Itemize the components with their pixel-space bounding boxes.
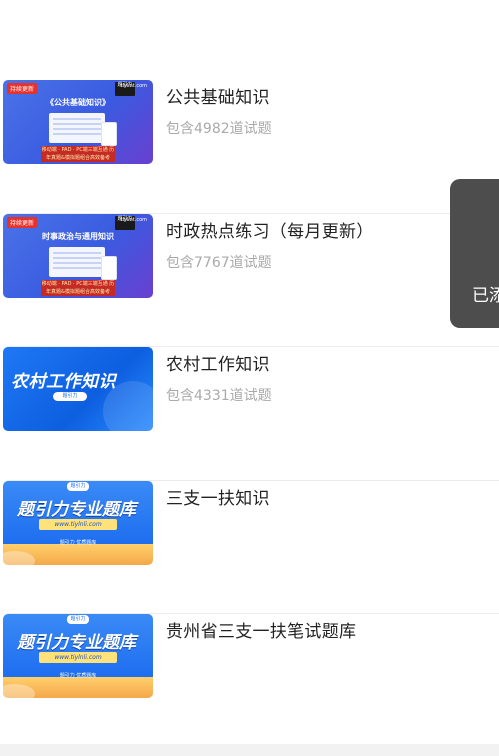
- thumbnail-heading: 时事政治与通用知识: [42, 231, 114, 241]
- thumbnail-heading: 农村工作知识: [11, 372, 116, 392]
- course-thumbnail: 题引力 题引力专业题库 www.tiylnli.com 题引力 优质题库: [3, 614, 153, 698]
- question-bank-list: 持续更新 题引力 tiylint.com 《公共基础知识》 移动端 · PAD …: [0, 80, 499, 748]
- thumbnail-url: tiylint.com: [120, 83, 147, 89]
- thumbnail-url: www.tiylnli.com: [39, 652, 117, 663]
- item-title: 时政热点练习（每月更新）: [166, 221, 374, 242]
- item-question-count: 包含4331道试题: [166, 388, 272, 404]
- course-thumbnail: 持续更新 题引力 tiylint.com 时事政治与通用知识 移动端 · PAD…: [3, 213, 153, 298]
- update-tag: 持续更新: [7, 83, 38, 94]
- course-thumbnail: 持续更新 题引力 tiylint.com 《公共基础知识》 移动端 · PAD …: [3, 80, 153, 164]
- brand-logo: 题引力: [67, 615, 89, 624]
- thumbnail-footer: 题引力 优质题库: [59, 673, 97, 679]
- toast-text: 已添: [472, 286, 499, 306]
- phone-mockup: [101, 255, 117, 280]
- item-title: 农村工作知识: [166, 355, 270, 375]
- item-question-count: 包含7767道试题: [166, 254, 272, 271]
- course-thumbnail: 题引力 题引力专业题库 www.tiylnli.com 题引力 优质题库: [3, 480, 153, 565]
- course-thumbnail: 农村工作知识 题引力: [3, 347, 153, 431]
- item-title: 贵州省三支一扶笔试题库: [166, 622, 357, 642]
- item-title: 三支一扶知识: [166, 488, 270, 509]
- thumbnail-url: www.tiylnli.com: [39, 518, 117, 530]
- added-toast: 已添: [450, 179, 499, 328]
- brand-chip: 题引力: [53, 392, 87, 401]
- decorative-cloud: [3, 550, 35, 565]
- phone-mockup: [101, 122, 117, 146]
- list-item[interactable]: 题引力 题引力专业题库 www.tiylnli.com 题引力 优质题库 贵州省…: [0, 614, 499, 748]
- thumbnail-heading: 《公共基础知识》: [46, 98, 110, 107]
- list-item[interactable]: 持续更新 题引力 tiylint.com 《公共基础知识》 移动端 · PAD …: [0, 80, 499, 214]
- item-title: 公共基础知识: [166, 88, 270, 108]
- thumbnail-heading: 题引力专业题库: [17, 499, 136, 520]
- thumbnail-heading: 题引力专业题库: [17, 633, 136, 653]
- screen-mockup: [49, 246, 105, 277]
- list-item[interactable]: 持续更新 题引力 tiylint.com 时事政治与通用知识 移动端 · PAD…: [0, 213, 499, 347]
- update-tag: 持续更新: [7, 216, 38, 228]
- screen-mockup: [49, 113, 105, 143]
- list-item[interactable]: 农村工作知识 题引力 农村工作知识 包含4331道试题: [0, 347, 499, 481]
- thumbnail-url: tiylint.com: [120, 216, 147, 223]
- brand-logo: 题引力: [67, 481, 89, 491]
- item-question-count: 包含4982道试题: [166, 121, 272, 137]
- decorative-cloud: [3, 684, 35, 698]
- thumbnail-footer: 题引力 优质题库: [59, 539, 97, 546]
- bottom-bar: [0, 744, 499, 756]
- thumbnail-band: 移动端 · PAD · PC端三端互通 历年真题&模拟题组合高效备考: [41, 146, 115, 162]
- thumbnail-band: 移动端 · PAD · PC端三端互通 历年真题&模拟题组合高效备考: [41, 279, 115, 296]
- list-item[interactable]: 题引力 题引力专业题库 www.tiylnli.com 题引力 优质题库 三支一…: [0, 480, 499, 614]
